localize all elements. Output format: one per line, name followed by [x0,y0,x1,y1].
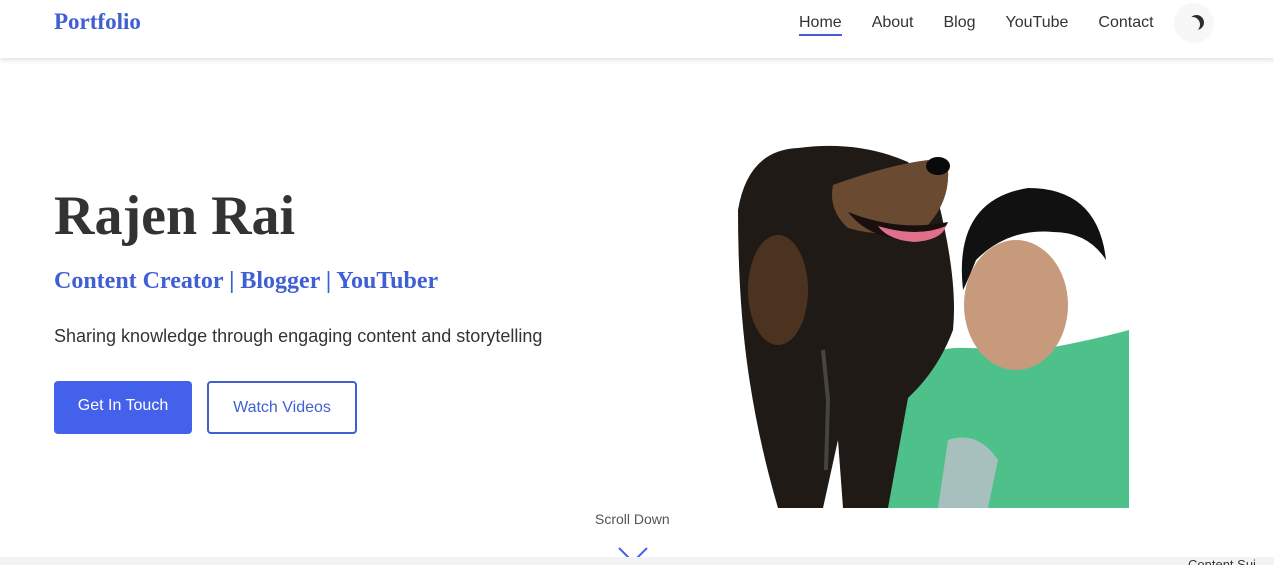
hero-name: Rajen Rai [54,185,296,247]
footer-peek-text: Content Sui [1188,557,1256,565]
nav-link-youtube[interactable]: YouTube [1006,12,1069,38]
hero-roles: Content Creator | Blogger | YouTuber [54,268,439,294]
nav-link-about[interactable]: About [872,12,914,38]
moon-icon [1185,17,1200,32]
logo[interactable]: Portfolio [54,9,141,35]
scroll-down-label: Scroll Down [595,511,670,527]
navbar: Portfolio Home About Blog YouTube Contac… [0,0,1274,58]
nav-link-blog[interactable]: Blog [944,12,976,38]
theme-toggle-button[interactable] [1174,3,1214,43]
nav-link-contact[interactable]: Contact [1098,12,1153,38]
nav-link-home[interactable]: Home [799,12,842,38]
get-in-touch-button[interactable]: Get In Touch [54,381,192,434]
man-face [964,240,1068,370]
hero-tagline: Sharing knowledge through engaging conte… [54,326,543,346]
nav-links: Home About Blog YouTube Contact [799,12,1184,38]
watch-videos-button[interactable]: Watch Videos [207,381,357,434]
hero-photo [738,145,1129,508]
next-section-edge [0,557,1274,565]
